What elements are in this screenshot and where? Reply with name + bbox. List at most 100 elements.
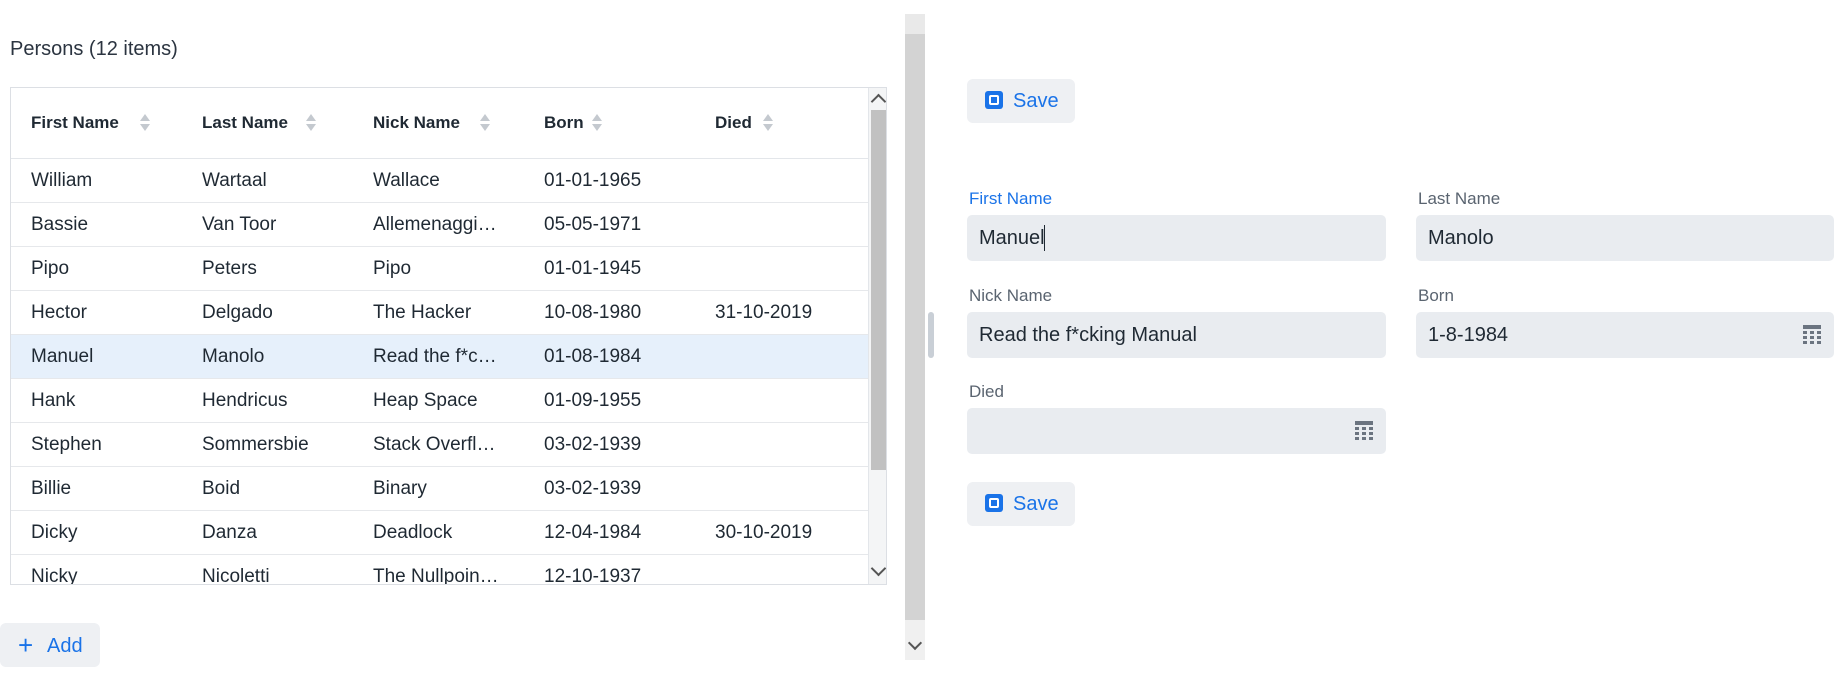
nick-name-label: Nick Name (969, 286, 1053, 305)
save-button-label: Save (1013, 493, 1059, 515)
cell-first: Stephen (31, 434, 102, 455)
cell-died (715, 247, 868, 291)
column-header-first[interactable]: First Name (31, 88, 119, 158)
cell-last: Van Toor (202, 214, 277, 235)
first-name-label: First Name (969, 189, 1053, 208)
cell-died (715, 203, 868, 247)
cell-nick: Wallace (373, 170, 440, 191)
first-name-value: Manuel (979, 227, 1045, 249)
cell-nick: Read the f*c… (373, 346, 497, 367)
column-header-label: Nick Name (373, 113, 460, 132)
cell-last: Boid (202, 478, 241, 499)
column-header-label: Born (544, 113, 584, 132)
splitter-handle[interactable] (928, 312, 934, 358)
sort-icon[interactable] (140, 114, 150, 132)
add-button-label: Add (47, 635, 83, 657)
cell-first: Dicky (31, 522, 78, 543)
save-icon (985, 494, 1003, 512)
cell-last: Danza (202, 522, 257, 543)
nick-name-field[interactable]: Read the f*cking Manual (967, 312, 1386, 358)
nick-name-value: Read the f*cking Manual (979, 324, 1197, 346)
cell-nick: Binary (373, 478, 427, 499)
save-icon (985, 91, 1003, 109)
cell-first: Billie (31, 478, 72, 499)
table-row[interactable]: Manuel Manolo Read the f*c… 01-08-1984 (11, 335, 868, 379)
persons-grid: First Name Last Name Nick Name Born Died Wil… (10, 87, 887, 585)
sort-icon[interactable] (480, 114, 490, 132)
column-header-label: First Name (31, 113, 119, 132)
save-button-top[interactable]: Save (967, 79, 1075, 123)
cell-died (715, 555, 868, 584)
chevron-down-icon[interactable] (870, 560, 886, 577)
column-header-nick[interactable]: Nick Name (373, 88, 460, 158)
grid-header: First Name Last Name Nick Name Born Died (11, 88, 868, 159)
last-name-value: Manolo (1428, 227, 1494, 249)
cell-nick: The Hacker (373, 302, 472, 323)
table-row[interactable]: Nicky Nicoletti The Nullpoin… 12-10-1937 (11, 555, 868, 585)
save-button-label: Save (1013, 90, 1059, 112)
save-button-bottom[interactable]: Save (967, 482, 1075, 526)
first-name-field[interactable]: Manuel (967, 215, 1386, 261)
cell-born: 12-04-1984 (544, 522, 642, 543)
scrollbar-thumb[interactable] (871, 110, 886, 470)
cell-died (715, 423, 868, 467)
text-caret (1044, 225, 1045, 251)
cell-born: 01-01-1945 (544, 258, 642, 279)
cell-died (715, 467, 868, 511)
cell-born: 03-02-1939 (544, 478, 642, 499)
cell-last: Peters (202, 258, 257, 279)
cell-last: Sommersbie (202, 434, 309, 455)
calendar-icon[interactable] (1355, 421, 1373, 440)
cell-nick: Stack Overfl… (373, 434, 496, 455)
table-row[interactable]: Billie Boid Binary 03-02-1939 (11, 467, 868, 511)
cell-born: 03-02-1939 (544, 434, 642, 455)
grid-vertical-scrollbar[interactable] (868, 88, 886, 584)
chevron-up-icon[interactable] (870, 93, 886, 110)
plus-icon: + (18, 630, 34, 660)
column-header-died[interactable]: Died (715, 88, 752, 158)
cell-first: Pipo (31, 258, 70, 279)
cell-born: 01-09-1955 (544, 390, 642, 411)
column-header-last[interactable]: Last Name (202, 88, 288, 158)
born-value: 1-8-1984 (1428, 324, 1509, 346)
last-name-label: Last Name (1418, 189, 1501, 208)
table-row[interactable]: Hector Delgado The Hacker 10-08-1980 31-10-2… (11, 291, 868, 335)
cell-born: 01-01-1965 (544, 170, 642, 191)
cell-last: Delgado (202, 302, 273, 323)
table-row[interactable]: Stephen Sommersbie Stack Overfl… 03-02-1939 (11, 423, 868, 467)
cell-last: Nicoletti (202, 566, 270, 585)
born-field[interactable]: 1-8-1984 (1416, 312, 1834, 358)
calendar-icon[interactable] (1803, 325, 1821, 344)
last-name-field[interactable]: Manolo (1416, 215, 1834, 261)
cell-first: Hank (31, 390, 76, 411)
table-row[interactable]: Pipo Peters Pipo 01-01-1945 (11, 247, 868, 291)
sort-icon[interactable] (306, 114, 316, 132)
column-header-born[interactable]: Born (544, 88, 584, 158)
cell-nick: Allemenaggi… (373, 214, 497, 235)
table-row[interactable]: William Wartaal Wallace 01-01-1965 (11, 159, 868, 203)
cell-died (715, 159, 868, 203)
died-field[interactable] (967, 408, 1386, 454)
cell-born: 01-08-1984 (544, 346, 642, 367)
cell-last: Hendricus (202, 390, 288, 411)
cell-nick: The Nullpoin… (373, 566, 499, 585)
cell-nick: Heap Space (373, 390, 478, 411)
grid-title: Persons (12 items) (10, 38, 178, 60)
cell-died: 30-10-2019 (715, 522, 813, 543)
sort-icon[interactable] (592, 114, 602, 132)
cell-born: 10-08-1980 (544, 302, 642, 323)
add-button[interactable]: + Add (0, 623, 100, 667)
cell-first: Nicky (31, 566, 78, 585)
cell-died (715, 379, 868, 423)
sort-icon[interactable] (763, 114, 773, 132)
table-row[interactable]: Bassie Van Toor Allemenaggi… 05-05-1971 (11, 203, 868, 247)
cell-died (715, 335, 868, 379)
cell-first: William (31, 170, 93, 191)
splitter-scrollbar[interactable] (905, 14, 925, 660)
table-row[interactable]: Hank Hendricus Heap Space 01-09-1955 (11, 379, 868, 423)
cell-last: Manolo (202, 346, 265, 367)
cell-first: Hector (31, 302, 87, 323)
cell-born: 05-05-1971 (544, 214, 642, 235)
table-row[interactable]: Dicky Danza Deadlock 12-04-1984 30-10-2019 (11, 511, 868, 555)
born-label: Born (1418, 286, 1454, 305)
